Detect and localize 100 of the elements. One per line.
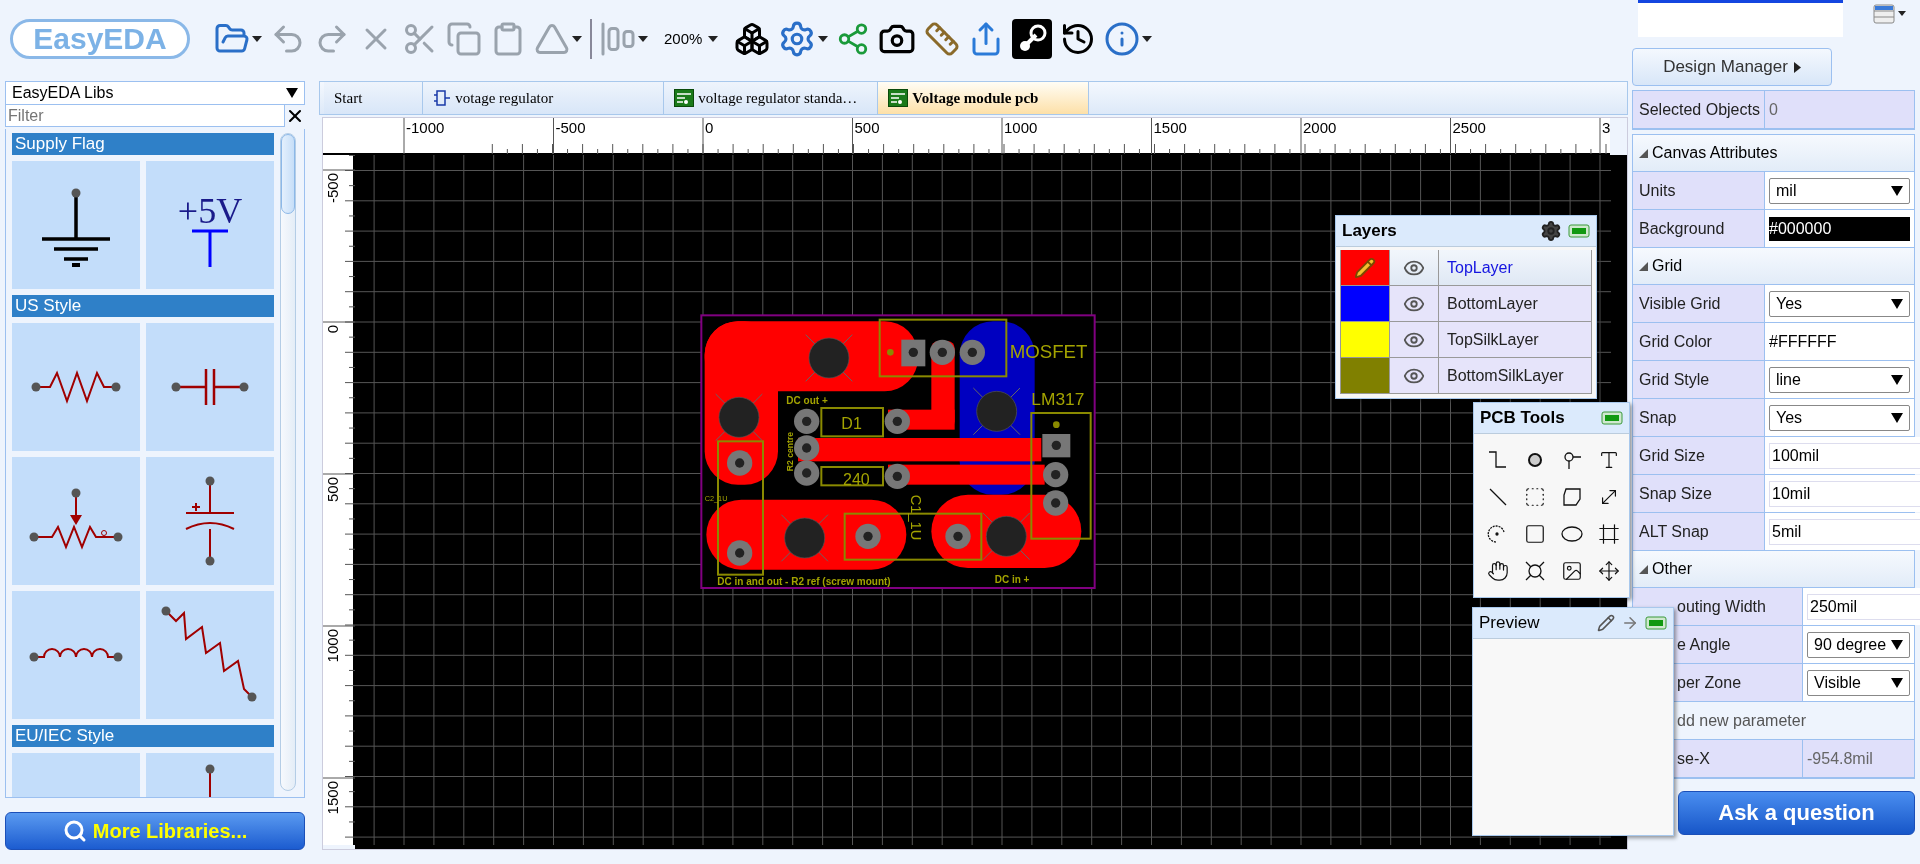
layer-row[interactable]: BottomLayer <box>1340 286 1592 322</box>
pcb-icon <box>888 89 909 107</box>
property-select[interactable]: Yes <box>1769 404 1910 431</box>
layer-row[interactable]: TopSilkLayer <box>1340 322 1592 358</box>
layer-color-swatch[interactable] <box>1341 286 1389 321</box>
power-symbol-drawing <box>190 229 230 269</box>
symbol-tile[interactable] <box>12 161 140 289</box>
document-tab[interactable]: Voltage module pcb <box>878 82 1090 114</box>
property-label: Grid Size <box>1633 437 1765 474</box>
property-label: Background <box>1633 210 1765 247</box>
caret-icon <box>1891 677 1903 688</box>
caret-icon[interactable] <box>1142 35 1153 42</box>
scrollbar[interactable] <box>280 133 296 791</box>
mounting-hole <box>982 512 1031 561</box>
wire-symbol-drawing <box>205 764 215 797</box>
minimize-icon[interactable] <box>1645 616 1667 630</box>
library-section-header[interactable]: US Style <box>12 295 274 317</box>
caret-icon <box>1891 374 1903 385</box>
mounting-hole <box>715 393 763 442</box>
layer-color-swatch[interactable] <box>1341 250 1389 285</box>
link-circles-icon[interactable] <box>1012 18 1053 59</box>
color-field[interactable]: #000000 <box>1769 216 1910 241</box>
library-dropdown[interactable]: EasyEDA Libs <box>5 81 305 105</box>
document-tab[interactable]: voltage regulator standa… <box>664 82 879 114</box>
property-select[interactable]: line <box>1769 366 1910 393</box>
layer-color-swatch[interactable] <box>1341 358 1389 393</box>
filter-field[interactable]: Filter <box>5 105 285 127</box>
property-value: -954.8mil <box>1807 749 1873 768</box>
layer-row[interactable]: BottomSilkLayer <box>1340 358 1592 394</box>
property-select[interactable]: mil <box>1769 177 1910 204</box>
symbol-tile[interactable]: +5V <box>146 161 274 289</box>
zoom-dropdown[interactable]: 200% <box>656 30 727 47</box>
caret-icon[interactable] <box>818 35 829 42</box>
symbol-tile[interactable] <box>146 457 274 585</box>
search-icon <box>62 819 87 843</box>
minimize-icon[interactable] <box>1568 224 1590 238</box>
square-pad <box>1042 434 1071 458</box>
tab-label: votage regulator <box>455 89 555 107</box>
caret-icon <box>708 35 719 42</box>
library-section-header[interactable]: Supply Flag <box>12 133 274 155</box>
round-pad <box>884 408 910 434</box>
silkscreen-label: D1 <box>841 414 862 432</box>
minimize-icon[interactable] <box>1601 411 1623 425</box>
arrow-right-icon[interactable] <box>1621 614 1639 632</box>
symbol-tile[interactable] <box>146 323 274 451</box>
pencil-icon[interactable] <box>1597 614 1615 632</box>
add-parameter-link[interactable]: dd new parameter <box>1677 711 1806 730</box>
symbol-tile[interactable] <box>146 591 274 719</box>
caret-icon <box>1891 412 1903 423</box>
panel-title: PCB Tools <box>1480 408 1566 428</box>
more-libraries-button[interactable]: More Libraries... <box>5 812 305 850</box>
library-section-header[interactable]: EU/IEC Style <box>12 725 274 747</box>
silkscreen-label: DC out + <box>786 395 828 406</box>
property-label: Units <box>1633 172 1765 209</box>
property-input[interactable]: 100mil <box>1769 442 1920 469</box>
section-header[interactable]: Canvas Attributes <box>1633 135 1914 172</box>
caret-icon[interactable] <box>572 35 582 42</box>
expand-triangle-icon[interactable] <box>1639 148 1648 158</box>
mounting-hole <box>805 334 853 382</box>
round-pad <box>1043 490 1069 516</box>
design-manager-button[interactable]: Design Manager <box>1632 48 1832 86</box>
pin-marker-dot <box>887 349 894 356</box>
document-tab[interactable]: Start <box>324 82 424 114</box>
info-icon[interactable] <box>1104 20 1141 57</box>
ask-question-button[interactable]: Ask a question <box>1678 791 1915 835</box>
silkscreen-label: DC in and out - R2 ref (screw mount) <box>717 575 891 587</box>
property-input[interactable]: 250mil <box>1807 593 1920 620</box>
pin-marker-dot <box>1053 421 1060 428</box>
property-input[interactable]: 5mil <box>1769 518 1920 545</box>
document-tab[interactable]: votage regulator <box>423 82 665 114</box>
layer-color-swatch[interactable] <box>1341 322 1389 357</box>
silkscreen-label: R2 centre <box>785 431 795 472</box>
section-header[interactable]: Other <box>1633 551 1914 588</box>
layer-name: BottomSilkLayer <box>1446 365 1565 386</box>
property-select[interactable]: Yes <box>1769 290 1910 317</box>
panel-title: Preview <box>1479 613 1541 633</box>
round-pad <box>1043 462 1069 488</box>
caret-icon[interactable] <box>638 35 648 42</box>
property-input[interactable]: 10mil <box>1769 480 1920 507</box>
ruler-label: 500 <box>324 477 341 503</box>
layer-name: TopLayer <box>1446 257 1514 278</box>
boxes-icon[interactable] <box>734 20 771 57</box>
ruler-icon[interactable] <box>924 20 961 57</box>
property-select[interactable]: Visible <box>1807 669 1910 696</box>
property-select[interactable]: 90 degree <box>1807 631 1910 658</box>
section-header[interactable]: Grid <box>1633 248 1914 285</box>
layer-row[interactable]: TopLayer <box>1340 250 1592 286</box>
caret-icon[interactable] <box>252 35 262 42</box>
menu-icon[interactable] <box>1873 4 1907 24</box>
tab-label: Start <box>334 89 364 107</box>
symbol-tile[interactable] <box>12 457 140 585</box>
settings-icon[interactable] <box>1540 220 1562 242</box>
symbol-tile[interactable] <box>12 591 140 719</box>
property-label: Snap Size <box>1633 475 1765 512</box>
expand-triangle-icon[interactable] <box>1639 564 1648 574</box>
ruler-label: 0 <box>705 119 714 136</box>
expand-triangle-icon[interactable] <box>1639 261 1648 271</box>
symbol-tile[interactable] <box>12 323 140 451</box>
ruler-label: 1500 <box>324 781 341 815</box>
ruler-label: 1500 <box>1153 119 1187 136</box>
